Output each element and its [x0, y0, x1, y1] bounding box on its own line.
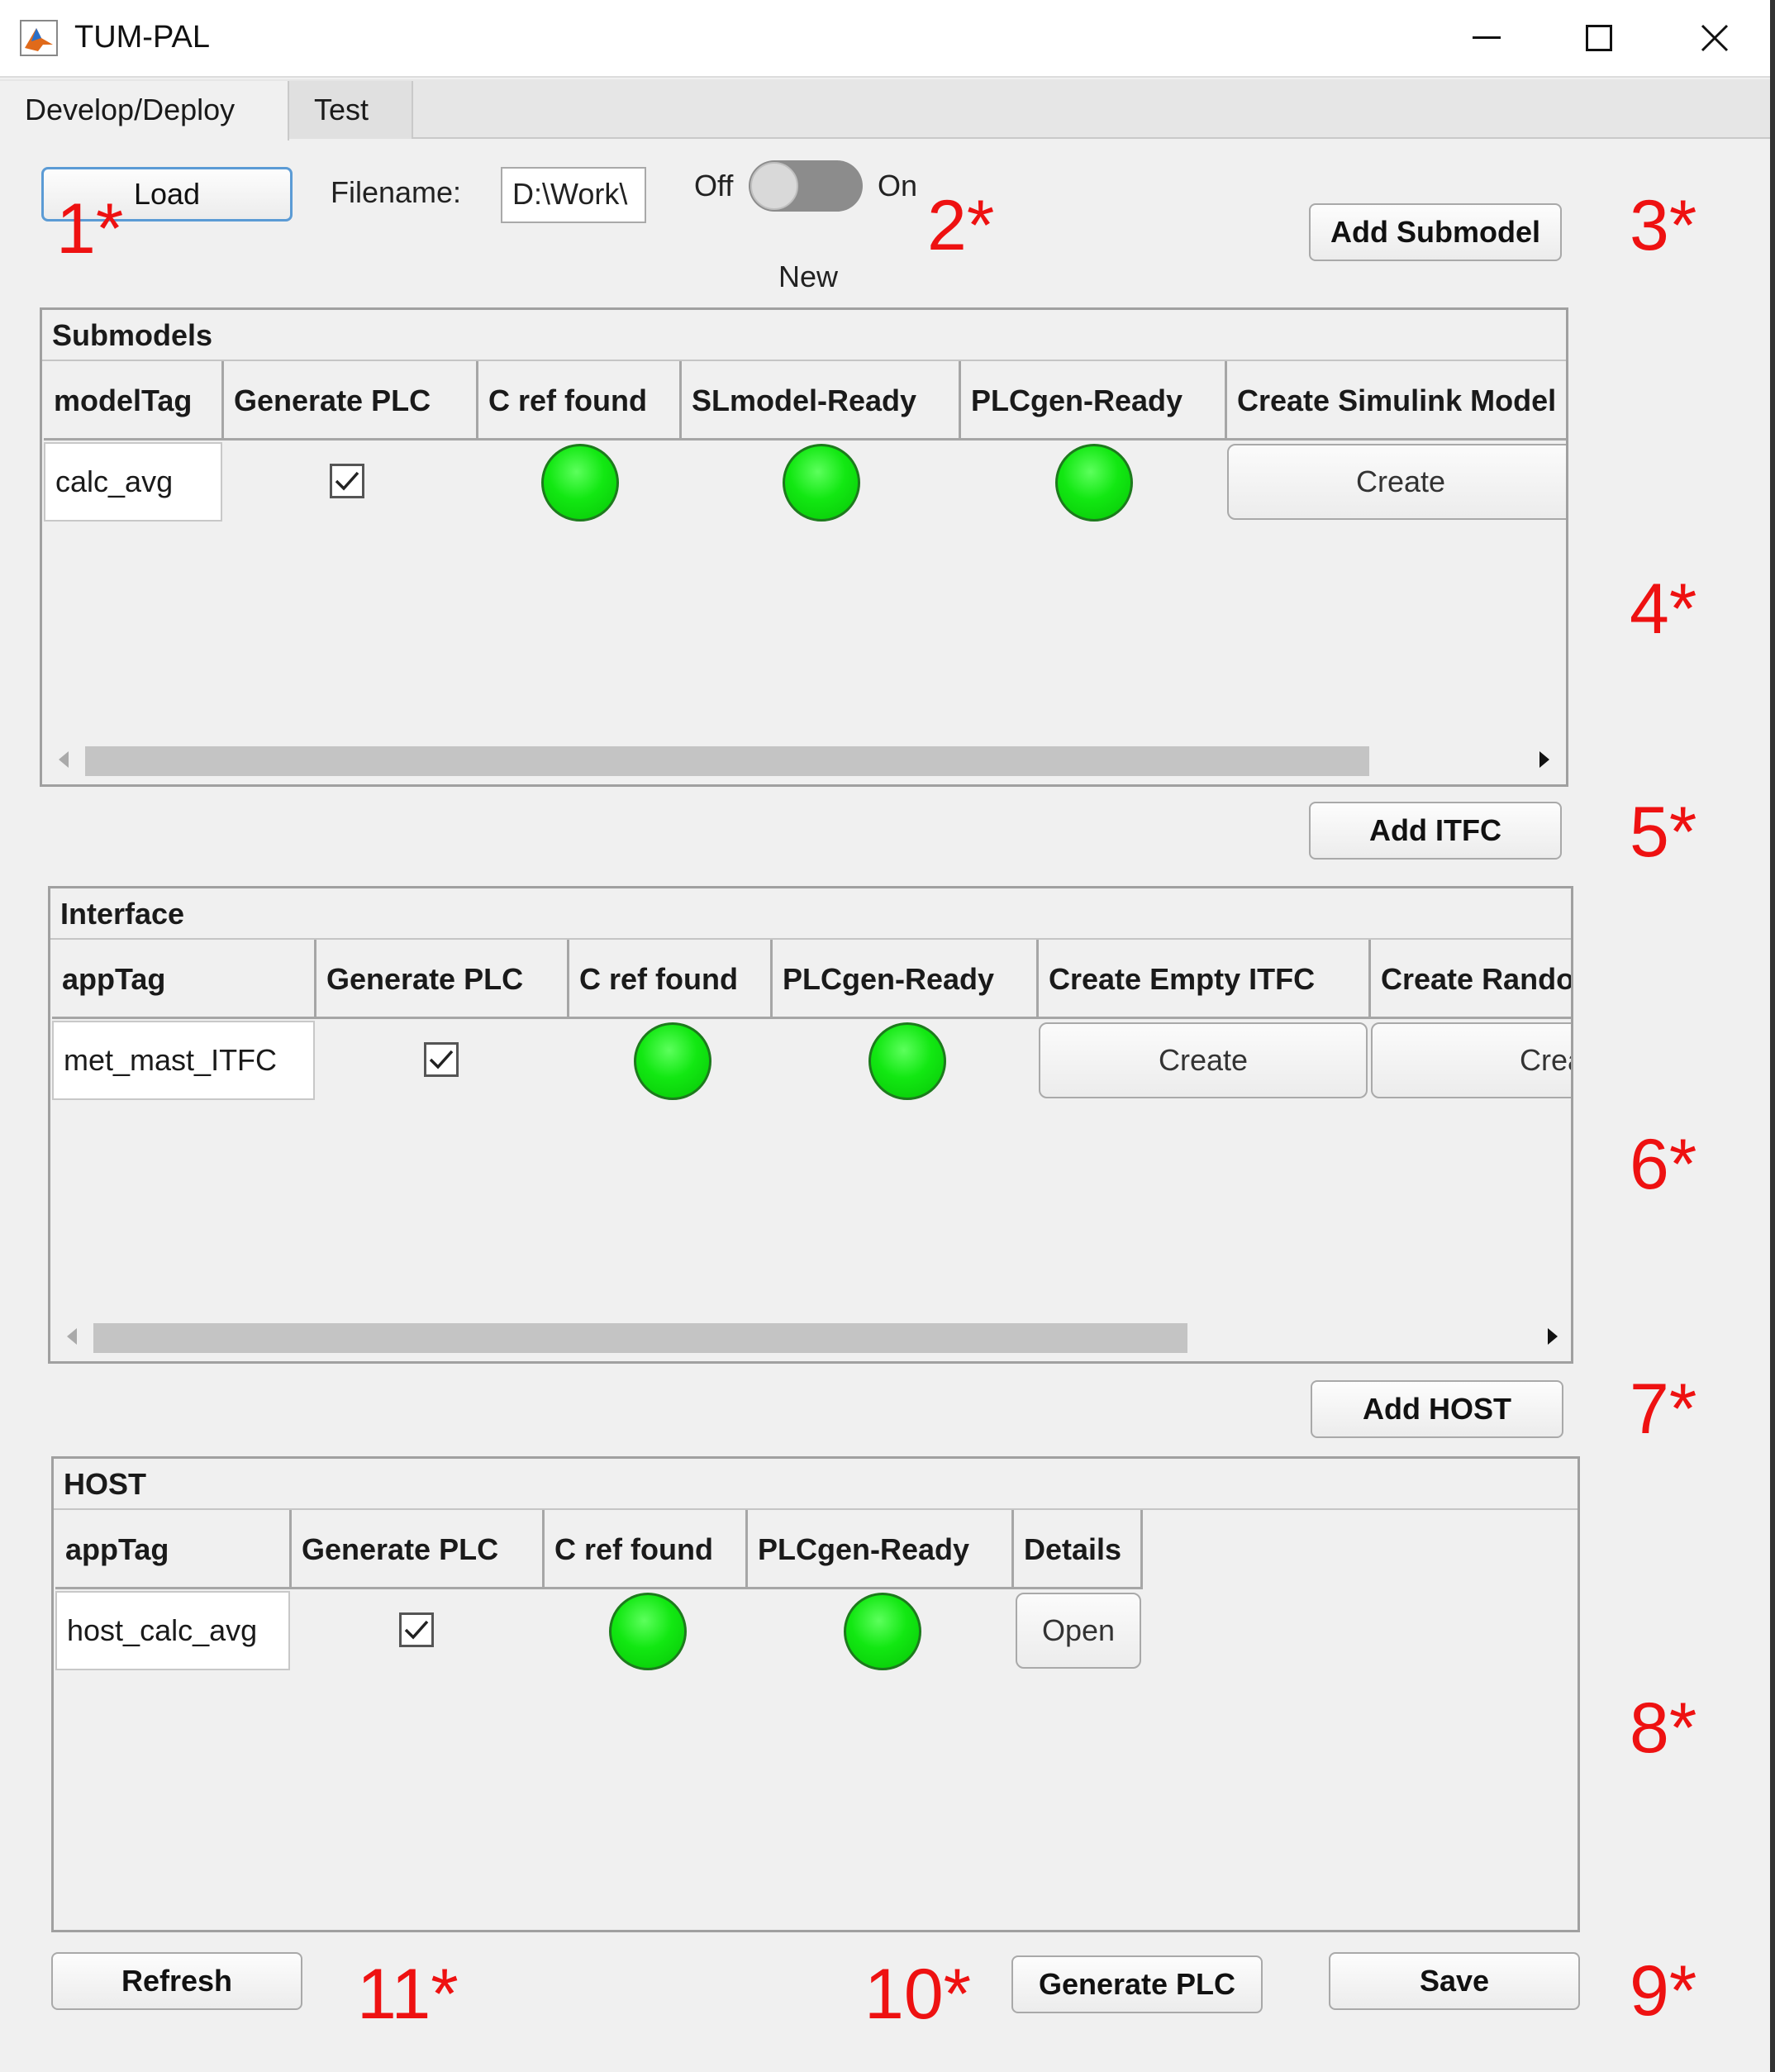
scroll-left-arrow-icon[interactable] [59, 751, 69, 768]
column-header-create-random[interactable]: Create Rando [1371, 940, 1571, 1019]
tab-test[interactable]: Test [289, 81, 413, 139]
annotation-marker-9: 9* [1630, 1951, 1697, 2031]
details-open-button[interactable]: Open [1016, 1593, 1141, 1669]
add-itfc-button[interactable]: Add ITFC [1309, 802, 1562, 860]
annotation-marker-7: 7* [1630, 1369, 1697, 1449]
column-header-modeltag[interactable]: modelTag [44, 361, 224, 441]
slmodel-ready-status-led [783, 444, 860, 522]
filename-field[interactable]: D:\Work\ [501, 167, 646, 223]
annotation-marker-11: 11* [357, 1955, 459, 2034]
create-random-button[interactable]: Crea [1371, 1022, 1571, 1098]
create-simulink-model-button[interactable]: Create [1227, 444, 1566, 520]
toggle-on-label: On [878, 169, 918, 202]
c-ref-found-status-led [541, 444, 619, 522]
column-header-generate-plc[interactable]: Generate PLC [224, 361, 478, 441]
annotation-marker-8: 8* [1630, 1689, 1697, 1768]
plcgen-ready-status-led [844, 1593, 921, 1670]
annotation-marker-1: 1* [56, 189, 124, 269]
column-header-create-empty-itfc[interactable]: Create Empty ITFC [1039, 940, 1371, 1019]
c-ref-found-status-led [609, 1593, 687, 1670]
generate-plc-checkbox[interactable] [424, 1042, 459, 1077]
toggle-caption: New [778, 260, 839, 293]
annotation-marker-3: 3* [1630, 186, 1697, 265]
column-header-c-ref-found[interactable]: C ref found [545, 1510, 748, 1589]
table-cell-apptag[interactable]: met_mast_ITFC [52, 1021, 315, 1100]
generate-plc-button[interactable]: Generate PLC [1011, 1955, 1263, 2013]
column-header-c-ref-found[interactable]: C ref found [569, 940, 773, 1019]
column-header-apptag[interactable]: appTag [55, 1510, 292, 1589]
column-header-apptag[interactable]: appTag [52, 940, 316, 1019]
column-header-plcgen-ready[interactable]: PLCgen-Ready [961, 361, 1227, 441]
interface-panel: Interface appTag Generate PLC C ref foun… [48, 886, 1573, 1364]
toggle-knob[interactable] [750, 162, 798, 210]
submodels-panel-title: Submodels [42, 310, 1566, 361]
window-border [1770, 0, 1775, 2072]
filename-label: Filename: [331, 175, 462, 209]
column-header-generate-plc[interactable]: Generate PLC [316, 940, 569, 1019]
table-cell-modeltag[interactable]: calc_avg [44, 442, 222, 522]
interface-horizontal-scrollbar[interactable] [50, 1320, 1571, 1353]
generate-plc-checkbox[interactable] [330, 464, 364, 498]
column-header-generate-plc[interactable]: Generate PLC [292, 1510, 545, 1589]
scroll-right-arrow-icon[interactable] [1548, 1328, 1558, 1345]
scroll-right-arrow-icon[interactable] [1539, 751, 1549, 768]
add-host-button[interactable]: Add HOST [1311, 1380, 1563, 1438]
interface-panel-title: Interface [50, 888, 1571, 940]
column-header-create-simulink-model[interactable]: Create Simulink Model [1227, 361, 1566, 441]
annotation-marker-5: 5* [1630, 793, 1697, 872]
submodels-horizontal-scrollbar[interactable] [42, 743, 1566, 776]
host-panel-title: HOST [54, 1459, 1578, 1510]
c-ref-found-status-led [634, 1022, 711, 1100]
scrollbar-thumb[interactable] [93, 1323, 1187, 1353]
scrollbar-thumb[interactable] [85, 746, 1369, 776]
close-icon[interactable] [1661, 0, 1768, 76]
generate-plc-checkbox[interactable] [399, 1612, 434, 1647]
column-header-plcgen-ready[interactable]: PLCgen-Ready [773, 940, 1039, 1019]
column-header-plcgen-ready[interactable]: PLCgen-Ready [748, 1510, 1014, 1589]
refresh-button[interactable]: Refresh [51, 1952, 302, 2010]
scroll-left-arrow-icon[interactable] [67, 1328, 77, 1345]
plcgen-ready-status-led [868, 1022, 946, 1100]
column-header-details[interactable]: Details [1014, 1510, 1143, 1589]
host-panel: HOST appTag Generate PLC C ref found PLC… [51, 1456, 1580, 1932]
annotation-marker-4: 4* [1630, 569, 1697, 649]
plcgen-ready-status-led [1055, 444, 1133, 522]
window-title: TUM-PAL [74, 20, 210, 55]
column-header-slmodel-ready[interactable]: SLmodel-Ready [682, 361, 961, 441]
table-cell-apptag[interactable]: host_calc_avg [55, 1591, 290, 1670]
add-submodel-button[interactable]: Add Submodel [1309, 203, 1562, 261]
maximize-icon[interactable] [1545, 0, 1653, 76]
create-empty-itfc-button[interactable]: Create [1039, 1022, 1368, 1098]
annotation-marker-10: 10* [864, 1955, 972, 2034]
tab-develop-deploy[interactable]: Develop/Deploy [0, 81, 289, 141]
toggle-off-label: Off [694, 169, 734, 202]
submodels-panel: Submodels modelTag Generate PLC C ref fo… [40, 307, 1568, 787]
minimize-icon[interactable] [1433, 0, 1540, 76]
save-button[interactable]: Save [1329, 1952, 1580, 2010]
column-header-c-ref-found[interactable]: C ref found [478, 361, 682, 441]
annotation-marker-2: 2* [927, 186, 995, 265]
annotation-marker-6: 6* [1630, 1125, 1697, 1204]
matlab-logo-icon [20, 20, 58, 56]
